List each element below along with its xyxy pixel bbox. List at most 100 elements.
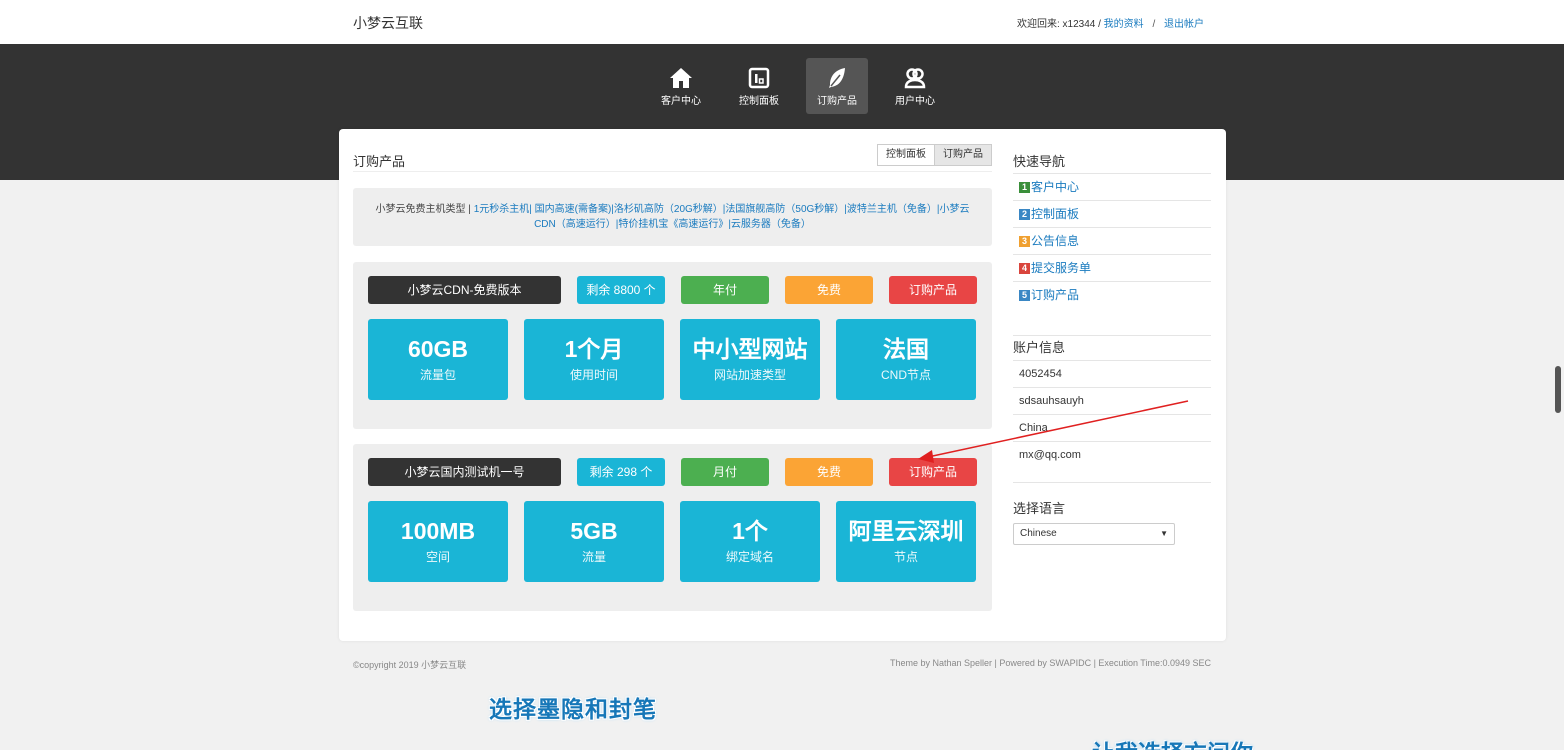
home-icon xyxy=(670,67,692,88)
crumb-control-panel[interactable]: 控制面板 xyxy=(877,144,935,166)
spec-tile: 100MB 空间 xyxy=(368,501,508,582)
product-header-row: 小梦云国内测试机一号 剩余 298 个 月付 免费 订购产品 xyxy=(368,458,977,486)
quick-nav-label: 提交服务单 xyxy=(1031,261,1092,275)
nav-user-center[interactable]: 用户中心 xyxy=(876,58,954,114)
product-name: 小梦云CDN-免费版本 xyxy=(368,276,561,304)
quick-nav-item-announcements[interactable]: 3 公告信息 xyxy=(1013,227,1211,254)
language-section: 选择语言 Chinese ▼ xyxy=(1013,498,1211,545)
product-type-links[interactable]: 1元秒杀主机| 国内高速(需备案)|洛杉矶高防（20G秒解）|法国旗舰高防（50… xyxy=(474,204,970,230)
spec-tiles: 60GB 流量包 1个月使用时间 中小型网站网站加速类型 法国 CND节点 xyxy=(368,319,976,400)
user-links: 欢迎回来: x12344 / 我的资料 / 退出帐户 xyxy=(1017,15,1204,30)
welcome-text: 欢迎回来: x12344 / xyxy=(1016,19,1101,30)
spec-value: 1个月 xyxy=(564,336,624,362)
order-button[interactable]: 订购产品 xyxy=(889,458,977,486)
users-icon xyxy=(904,67,926,88)
footer-copyright: ©copyright 2019 小梦云互联 xyxy=(353,660,467,670)
number-badge: 2 xyxy=(1019,208,1030,220)
price-badge: 免费 xyxy=(785,276,873,304)
quick-nav-item-control-panel[interactable]: 2 控制面板 xyxy=(1013,200,1211,227)
number-badge: 4 xyxy=(1019,262,1030,274)
quick-nav-label: 公告信息 xyxy=(1031,234,1080,248)
quick-nav: 快速导航 1 客户中心 2 控制面板 3 公告信息 4 提交服务单 5 订购产品 xyxy=(1013,151,1211,336)
spec-value: 中小型网站 xyxy=(692,336,808,362)
logout-link[interactable]: 退出帐户 xyxy=(1164,19,1204,30)
breadcrumb: 控制面板 订购产品 xyxy=(877,144,992,166)
overlay-caption: 选择墨隐和封笔 xyxy=(489,696,657,722)
caret-down-icon: ▼ xyxy=(1160,529,1168,538)
divider xyxy=(353,171,992,172)
product-header-row: 小梦云CDN-免费版本 剩余 8800 个 年付 免费 订购产品 xyxy=(368,276,977,304)
crumb-order-products[interactable]: 订购产品 xyxy=(935,144,992,166)
top-bar: 小梦云互联 欢迎回来: x12344 / 我的资料 / 退出帐户 xyxy=(0,0,1564,44)
quick-nav-item-submit-ticket[interactable]: 4 提交服务单 xyxy=(1013,254,1211,281)
page-title: 订购产品 xyxy=(353,154,406,169)
types-prefix: 小梦云免费主机类型 | xyxy=(375,204,471,215)
my-profile-link[interactable]: 我的资料 xyxy=(1104,19,1144,30)
account-email: mx@qq.com xyxy=(1013,441,1211,468)
product-card: 小梦云国内测试机一号 剩余 298 个 月付 免费 订购产品 100MB 空间 5… xyxy=(353,444,992,611)
account-info: 账户信息 4052454 sdsauhsauyh China mx@qq.com xyxy=(1013,337,1211,483)
spec-label: 空间 xyxy=(425,550,450,564)
spec-value: 法国 xyxy=(883,336,929,362)
quick-nav-item-order-products[interactable]: 5 订购产品 xyxy=(1013,281,1211,308)
spec-label: 绑定域名 xyxy=(725,550,774,564)
quick-nav-item-customer-center[interactable]: 1 客户中心 xyxy=(1013,173,1211,200)
spec-value: 1个 xyxy=(732,518,768,544)
nav-customer-center[interactable]: 客户中心 xyxy=(642,58,720,114)
spec-label: 节点 xyxy=(893,550,918,564)
spec-value: 60GB xyxy=(407,336,469,362)
billing-cycle-badge: 月付 xyxy=(681,458,769,486)
nav-label: 控制面板 xyxy=(739,95,779,107)
quick-nav-label: 订购产品 xyxy=(1031,288,1080,302)
stock-badge: 剩余 298 个 xyxy=(577,458,665,486)
nav-label: 订购产品 xyxy=(817,95,857,107)
quick-nav-title: 快速导航 xyxy=(1013,154,1066,169)
spec-label: 流量包 xyxy=(419,368,456,382)
account-country: China xyxy=(1013,414,1211,441)
quick-nav-label: 客户中心 xyxy=(1031,180,1080,194)
scrollbar-thumb[interactable] xyxy=(1555,366,1561,413)
price-badge: 免费 xyxy=(785,458,873,486)
number-badge: 5 xyxy=(1019,289,1030,301)
account-info-title: 账户信息 xyxy=(1013,340,1066,355)
spec-tiles: 100MB 空间 5GB 流量 1个绑定域名 阿里云深圳节点 xyxy=(368,501,976,582)
nav-label: 用户中心 xyxy=(895,95,935,107)
overlay-caption: 让我选择方问你 xyxy=(1092,734,1253,750)
divider xyxy=(1013,482,1211,483)
spec-tile: 法国 CND节点 xyxy=(836,319,976,400)
spec-value: 5GB xyxy=(570,518,618,544)
nav-control-panel[interactable]: 控制面板 xyxy=(720,58,798,114)
stock-badge: 剩余 8800 个 xyxy=(577,276,665,304)
divider xyxy=(1013,335,1211,336)
order-button[interactable]: 订购产品 xyxy=(889,276,977,304)
product-name: 小梦云国内测试机一号 xyxy=(368,458,561,486)
product-card: 小梦云CDN-免费版本 剩余 8800 个 年付 免费 订购产品 60GB 流量包… xyxy=(353,262,992,429)
product-types-box: 小梦云免费主机类型 | 1元秒杀主机| 国内高速(需备案)|洛杉矶高防（20G秒… xyxy=(353,188,992,246)
quick-nav-label: 控制面板 xyxy=(1031,207,1080,221)
spec-label: 流量 xyxy=(581,550,606,564)
spec-label: 网站加速类型 xyxy=(713,368,786,382)
nav-label: 客户中心 xyxy=(661,95,701,107)
billing-cycle-badge: 年付 xyxy=(681,276,769,304)
spec-value: 阿里云深圳 xyxy=(848,518,964,544)
number-badge: 1 xyxy=(1019,181,1030,193)
content-panel: 订购产品 控制面板 订购产品 小梦云免费主机类型 | 1元秒杀主机| 国内高速(… xyxy=(339,129,1226,641)
main-nav: 客户中心 控制面板 订购产品 用户中心 xyxy=(642,58,954,114)
spec-label: CND节点 xyxy=(881,368,931,382)
number-badge: 3 xyxy=(1019,235,1030,247)
language-title: 选择语言 xyxy=(1013,501,1066,516)
spec-tile: 1个月使用时间 xyxy=(524,319,664,400)
link-separator: / xyxy=(1152,19,1156,30)
footer-credits: Theme by Nathan Speller | Powered by SWA… xyxy=(890,658,1211,668)
brand-name[interactable]: 小梦云互联 xyxy=(353,13,423,33)
nav-order-products[interactable]: 订购产品 xyxy=(806,58,868,114)
spec-label: 使用时间 xyxy=(569,368,618,382)
dashboard-icon xyxy=(748,67,770,88)
language-value: Chinese xyxy=(1020,528,1057,539)
account-name: sdsauhsauyh xyxy=(1013,387,1211,414)
spec-tile: 1个绑定域名 xyxy=(680,501,820,582)
spec-tile: 阿里云深圳 节点 xyxy=(836,501,976,582)
spec-value: 100MB xyxy=(400,518,476,544)
account-id: 4052454 xyxy=(1013,360,1211,387)
language-select[interactable]: Chinese ▼ xyxy=(1013,523,1175,545)
